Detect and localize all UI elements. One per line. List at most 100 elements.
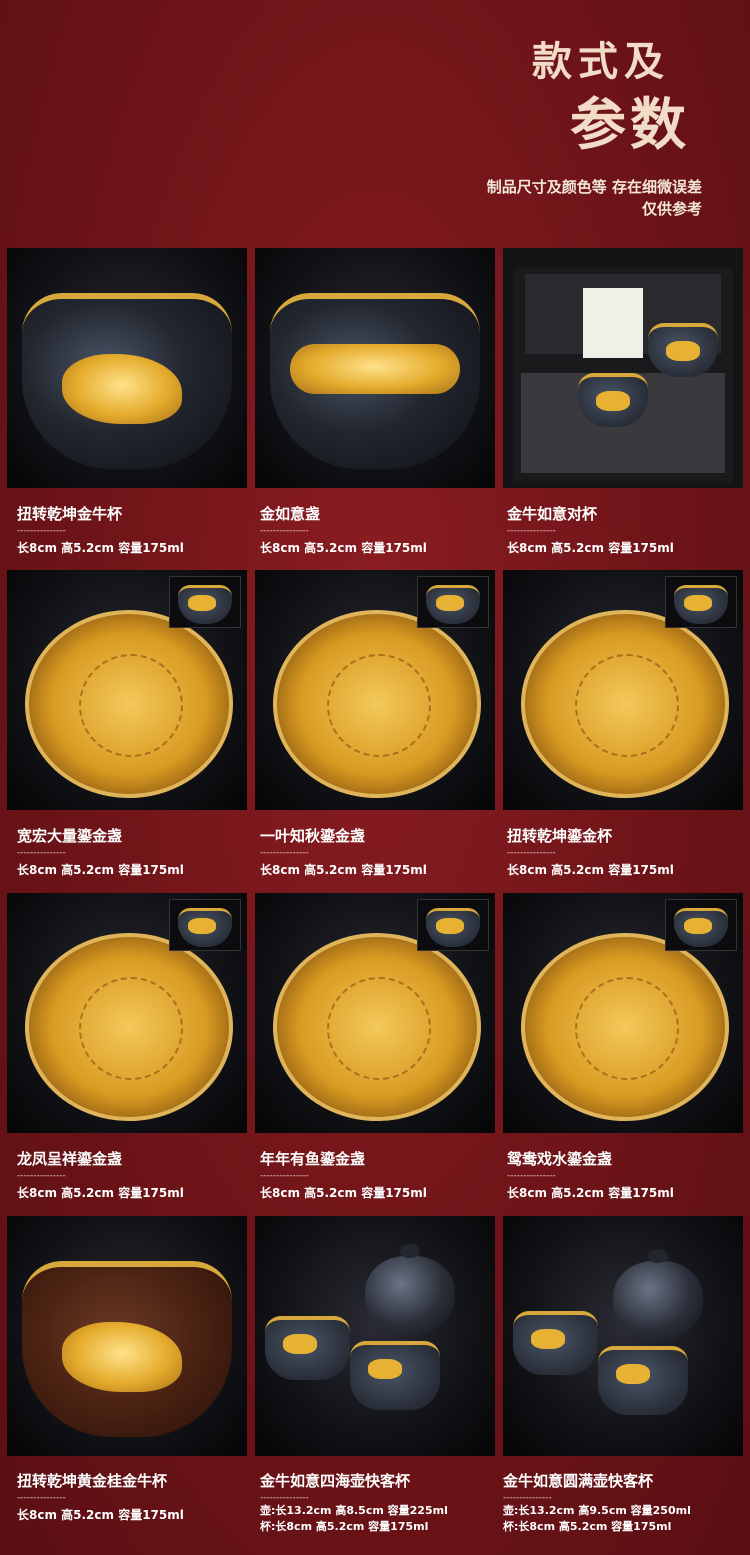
gilded-bowl-image bbox=[273, 610, 481, 798]
cup-image bbox=[350, 1341, 440, 1410]
golden-ruyi-emblem bbox=[531, 1329, 565, 1349]
product-spec: 长8cm 高5.2cm 容量175ml bbox=[260, 541, 427, 555]
product-photo bbox=[503, 570, 743, 810]
product-photo bbox=[7, 1216, 247, 1456]
product-photo bbox=[255, 570, 495, 810]
cup-spec: 杯:长8cm 高5.2cm 容量175ml bbox=[503, 1520, 672, 1533]
cup-thumbnail bbox=[417, 899, 489, 951]
product-caption: 扭转乾坤金牛杯 --------------- 长8cm 高5.2cm 容量17… bbox=[17, 503, 184, 556]
product-photo bbox=[255, 1216, 495, 1456]
golden-ox-emblem bbox=[62, 1322, 182, 1392]
divider: --------------- bbox=[507, 1171, 556, 1181]
product-spec: 长8cm 高5.2cm 容量175ml bbox=[507, 863, 674, 877]
product-caption: 一叶知秋鎏金盏 --------------- 长8cm 高5.2cm 容量17… bbox=[260, 825, 427, 878]
product-caption: 龙凤呈祥鎏金盏 --------------- 长8cm 高5.2cm 容量17… bbox=[17, 1148, 184, 1201]
mandarin-duck-pattern bbox=[575, 976, 679, 1080]
product-name: 一叶知秋鎏金盏 bbox=[260, 827, 366, 845]
divider: --------------- bbox=[17, 526, 66, 536]
teapot-image bbox=[613, 1249, 703, 1341]
cup-image bbox=[578, 373, 648, 427]
golden-ruyi-emblem bbox=[290, 344, 460, 394]
product-photo bbox=[7, 570, 247, 810]
golden-ox-emblem bbox=[596, 391, 630, 411]
cup-thumbnail bbox=[169, 576, 241, 628]
divider: --------------- bbox=[507, 526, 556, 536]
product-caption: 宽宏大量鎏金盏 --------------- 长8cm 高5.2cm 容量17… bbox=[17, 825, 184, 878]
product-photo bbox=[255, 893, 495, 1133]
product-name: 金牛如意圆满壶快客杯 bbox=[503, 1472, 654, 1490]
cup-image bbox=[270, 293, 480, 469]
ox-pattern bbox=[575, 653, 679, 757]
ginkgo-pattern bbox=[327, 653, 431, 757]
product-card[interactable] bbox=[7, 570, 247, 810]
golden-ox-emblem bbox=[666, 341, 700, 361]
product-card[interactable] bbox=[7, 893, 247, 1133]
product-card[interactable] bbox=[7, 248, 247, 488]
divider: --------------- bbox=[507, 848, 556, 858]
product-name: 宽宏大量鎏金盏 bbox=[17, 827, 123, 845]
product-caption: 金牛如意四海壶快客杯 --------------- 壶:长13.2cm 高8.… bbox=[260, 1470, 448, 1535]
product-name: 扭转乾坤金牛杯 bbox=[17, 505, 123, 523]
product-spec: 长8cm 高5.2cm 容量175ml bbox=[17, 541, 184, 555]
product-caption: 金牛如意对杯 --------------- 长8cm 高5.2cm 容量175… bbox=[507, 503, 674, 556]
product-caption: 年年有鱼鎏金盏 --------------- 长8cm 高5.2cm 容量17… bbox=[260, 1148, 427, 1201]
leaf-pattern bbox=[79, 653, 183, 757]
product-card[interactable] bbox=[503, 1216, 743, 1456]
cup-image bbox=[513, 1311, 598, 1375]
product-name: 龙凤呈祥鎏金盏 bbox=[17, 1150, 123, 1168]
product-name: 鸳鸯戏水鎏金盏 bbox=[507, 1150, 613, 1168]
cup-thumbnail bbox=[665, 576, 737, 628]
golden-ruyi-emblem bbox=[283, 1334, 317, 1354]
golden-ox-emblem bbox=[62, 354, 182, 424]
dragon-phoenix-pattern bbox=[79, 976, 183, 1080]
product-name: 金牛如意对杯 bbox=[507, 505, 598, 523]
teapot-spec: 壶:长13.2cm 高9.5cm 容量250ml bbox=[503, 1504, 691, 1517]
cup-spec: 杯:长8cm 高5.2cm 容量175ml bbox=[260, 1520, 429, 1533]
product-caption: 扭转乾坤黄金桂金牛杯 --------------- 长8cm 高5.2cm 容… bbox=[17, 1470, 184, 1523]
cup-thumbnail bbox=[417, 576, 489, 628]
product-spec: 长8cm 高5.2cm 容量175ml bbox=[260, 1186, 427, 1200]
product-card[interactable] bbox=[255, 248, 495, 488]
divider: --------------- bbox=[260, 526, 309, 536]
product-card[interactable] bbox=[503, 570, 743, 810]
divider: --------------- bbox=[260, 1171, 309, 1181]
product-card[interactable] bbox=[503, 248, 743, 488]
product-card[interactable] bbox=[255, 570, 495, 810]
product-spec: 长8cm 高5.2cm 容量175ml bbox=[507, 541, 674, 555]
divider: --------------- bbox=[17, 1493, 66, 1503]
product-name: 年年有鱼鎏金盏 bbox=[260, 1150, 366, 1168]
product-spec: 长8cm 高5.2cm 容量175ml bbox=[260, 863, 427, 877]
cup-thumbnail bbox=[169, 899, 241, 951]
cup-image bbox=[648, 323, 718, 377]
product-spec: 长8cm 高5.2cm 容量175ml bbox=[507, 1186, 674, 1200]
product-spec: 长8cm 高5.2cm 容量175ml bbox=[17, 863, 184, 877]
golden-ox-emblem bbox=[616, 1364, 650, 1384]
product-name: 金牛如意四海壶快客杯 bbox=[260, 1472, 411, 1490]
product-photo bbox=[7, 893, 247, 1133]
cup-image bbox=[265, 1316, 350, 1380]
product-card[interactable] bbox=[503, 893, 743, 1133]
divider: --------------- bbox=[260, 848, 309, 858]
product-card[interactable] bbox=[7, 1216, 247, 1456]
teapot-image bbox=[365, 1244, 455, 1336]
product-name: 扭转乾坤黄金桂金牛杯 bbox=[17, 1472, 168, 1490]
product-photo bbox=[503, 893, 743, 1133]
cup-image bbox=[22, 293, 232, 469]
product-spec: 长8cm 高5.2cm 容量175ml bbox=[17, 1186, 184, 1200]
product-card[interactable] bbox=[255, 1216, 495, 1456]
product-caption: 鸳鸯戏水鎏金盏 --------------- 长8cm 高5.2cm 容量17… bbox=[507, 1148, 674, 1201]
product-photo bbox=[503, 248, 743, 488]
product-photo bbox=[255, 248, 495, 488]
carp-pattern bbox=[327, 976, 431, 1080]
gilded-bowl-image bbox=[273, 933, 481, 1121]
product-grid: 扭转乾坤金牛杯 --------------- 长8cm 高5.2cm 容量17… bbox=[0, 0, 750, 1555]
gilded-bowl-image bbox=[25, 933, 233, 1121]
teapot-spec: 壶:长13.2cm 高8.5cm 容量225ml bbox=[260, 1504, 448, 1517]
product-name: 金如意盏 bbox=[260, 505, 321, 523]
cup-thumbnail bbox=[665, 899, 737, 951]
cup-image bbox=[22, 1261, 232, 1437]
divider: --------------- bbox=[17, 848, 66, 858]
product-card[interactable] bbox=[255, 893, 495, 1133]
cup-image bbox=[598, 1346, 688, 1415]
gilded-bowl-image bbox=[521, 933, 729, 1121]
